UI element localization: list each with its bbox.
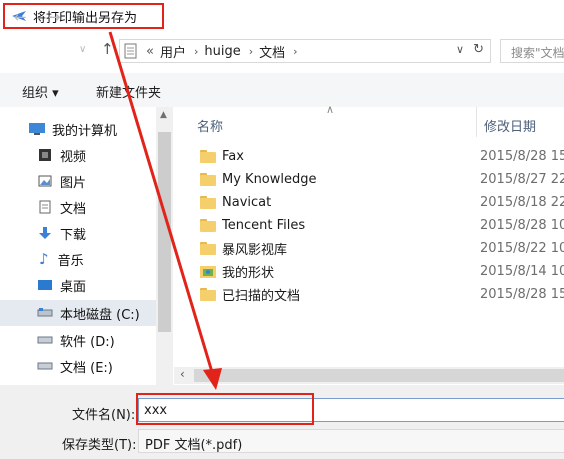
sidebar-item-music[interactable]: ♪ 音乐 (0, 246, 156, 272)
file-date: 2015/8/28 15 (480, 148, 564, 164)
list-item[interactable]: 我的形状 2015/8/14 10 (196, 260, 564, 282)
file-name: Tencent Files (222, 217, 306, 233)
back-button[interactable]: ← (14, 8, 27, 26)
recent-locations-chevron-icon[interactable]: ∨ (79, 44, 86, 55)
list-item[interactable]: 已扫描的文档 2015/8/28 15 (196, 283, 564, 305)
sort-ascending-icon: ∧ (326, 103, 335, 116)
list-item[interactable]: Tencent Files 2015/8/28 10 (196, 214, 564, 236)
horizontal-scrollbar-thumb[interactable] (194, 369, 564, 382)
file-name: 已扫描的文档 (222, 288, 301, 304)
file-name: Fax (222, 148, 244, 164)
breadcrumb-huige[interactable]: huige (204, 44, 240, 59)
sidebar-item-label: 音乐 (57, 253, 84, 269)
file-date: 2015/8/14 10 (480, 263, 564, 279)
search-input[interactable]: 搜索"文档" (500, 39, 564, 63)
sidebar-item-label: 文档 (E:) (60, 360, 113, 376)
breadcrumb-chevron-icon[interactable]: › (194, 45, 198, 58)
organize-button[interactable]: 组织 ▾ (22, 82, 59, 101)
new-folder-button[interactable]: 新建文件夹 (96, 82, 161, 101)
sidebar-item-label: 本地磁盘 (C:) (60, 307, 140, 323)
file-date: 2015/8/27 22 (480, 171, 564, 187)
breadcrumb-chevron-icon[interactable]: › (293, 45, 297, 58)
folder-icon (200, 149, 216, 163)
file-name: My Knowledge (222, 171, 317, 187)
music-icon: ♪ (39, 250, 49, 268)
drive-icon (37, 336, 53, 344)
shapes-folder-icon (200, 266, 216, 278)
breadcrumb-chevron-icon[interactable]: › (249, 45, 253, 58)
folder-icon (200, 195, 216, 209)
sidebar-item-documents[interactable]: 文档 (0, 194, 156, 220)
pictures-icon (38, 175, 52, 187)
file-date: 2015/8/18 22 (480, 194, 564, 210)
file-name: 我的形状 (222, 265, 275, 281)
scroll-left-arrow-icon[interactable]: ‹ (180, 367, 185, 381)
sidebar-item-drive-e[interactable]: 文档 (E:) (0, 353, 156, 379)
sidebar-item-downloads[interactable]: 下载 (0, 220, 156, 246)
sidebar-item-local-disk-c[interactable]: 本地磁盘 (C:) (0, 300, 156, 326)
address-dropdown-icon[interactable]: ∨ (456, 43, 464, 56)
refresh-icon[interactable]: ↻ (473, 42, 484, 57)
column-divider[interactable] (476, 107, 477, 137)
location-icon (124, 43, 137, 59)
column-header-name[interactable]: 名称 (197, 116, 223, 135)
documents-icon (39, 200, 51, 214)
sidebar-item-label: 视频 (60, 149, 87, 165)
desktop-icon (38, 280, 52, 290)
save-type-select[interactable]: PDF 文档(*.pdf) (138, 429, 564, 453)
breadcrumb-overflow[interactable]: « (146, 44, 154, 59)
folder-icon (200, 218, 216, 232)
drive-icon (37, 308, 53, 317)
filename-highlight (136, 393, 314, 425)
breadcrumb-users[interactable]: 用户 (160, 42, 186, 61)
file-date: 2015/8/28 10 (480, 217, 564, 233)
sidebar-item-label: 下载 (60, 227, 87, 243)
sidebar-item-label: 软件 (D:) (60, 334, 115, 350)
breadcrumb-documents[interactable]: 文档 (259, 42, 285, 61)
sidebar-item-desktop[interactable]: 桌面 (0, 272, 156, 298)
sidebar-item-pictures[interactable]: 图片 (0, 168, 156, 194)
save-type-label: 保存类型(T): (62, 438, 137, 453)
list-item[interactable]: Navicat 2015/8/18 22 (196, 191, 564, 213)
toolbar (0, 73, 564, 107)
filename-label: 文件名(N): (72, 408, 136, 423)
sidebar-item-label: 图片 (60, 175, 87, 191)
sidebar-item-my-computer[interactable]: 我的计算机 (0, 116, 156, 142)
list-item[interactable]: Fax 2015/8/28 15 (196, 145, 564, 167)
file-name: Navicat (222, 194, 272, 210)
file-date: 2015/8/22 10 (480, 240, 564, 256)
download-icon (39, 227, 51, 239)
drive-icon (37, 362, 53, 370)
address-bar[interactable]: « 用户 › huige › 文档 › ∨ ↻ (119, 39, 491, 63)
scroll-up-arrow-icon[interactable]: ▲ (160, 110, 167, 120)
sidebar-scrollbar-thumb[interactable] (158, 132, 171, 332)
folder-icon (200, 241, 216, 255)
list-item[interactable]: My Knowledge 2015/8/27 22 (196, 168, 564, 190)
sidebar-item-drive-d[interactable]: 软件 (D:) (0, 327, 156, 353)
sidebar-item-label: 桌面 (60, 279, 87, 295)
window-title-highlight: 将打印输出另存为 (3, 3, 164, 29)
forward-button[interactable]: → (48, 8, 61, 26)
up-button[interactable]: ↑ (101, 40, 114, 58)
list-item[interactable]: 暴风影视库 2015/8/22 10 (196, 237, 564, 259)
sidebar-item-label: 我的计算机 (52, 123, 118, 139)
sidebar-item-videos[interactable]: 视频 (0, 142, 156, 168)
file-date: 2015/8/28 15 (480, 286, 564, 302)
column-header-date-modified[interactable]: 修改日期 (484, 116, 536, 135)
computer-icon (29, 123, 45, 135)
folder-icon (200, 287, 216, 301)
folder-icon (200, 172, 216, 186)
sidebar-item-label: 文档 (60, 201, 87, 217)
video-icon (39, 149, 51, 161)
file-name: 暴风影视库 (222, 242, 288, 258)
